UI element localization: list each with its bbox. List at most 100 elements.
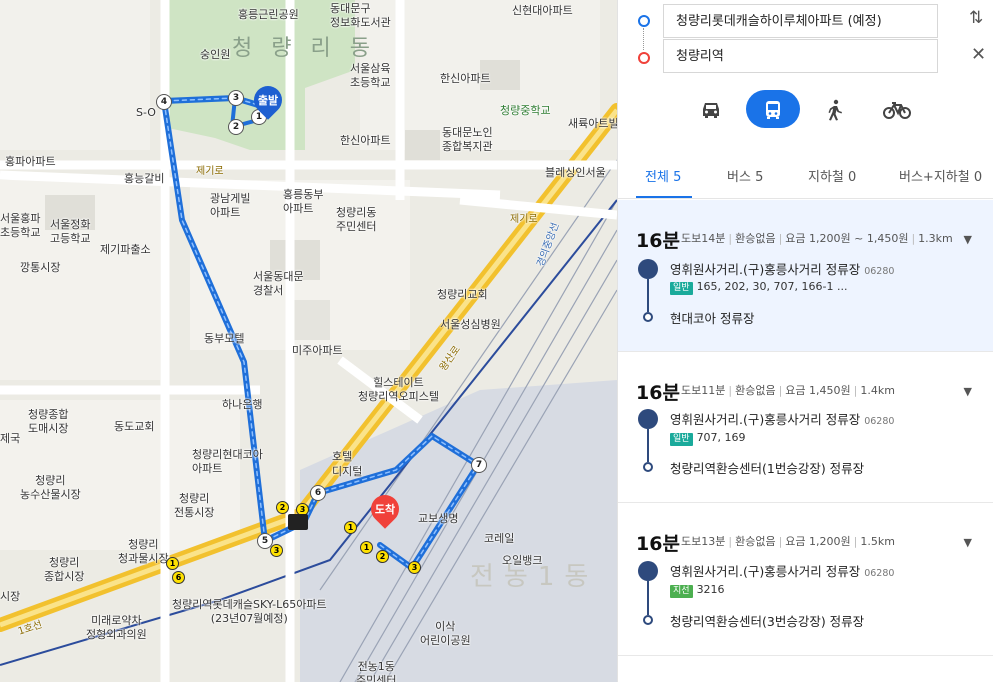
route-time: 16분 [636, 533, 680, 555]
map-label-dongdaemun-police: 서울동대문 경찰서 [253, 270, 304, 297]
tab-bus-count: 5 [755, 170, 764, 185]
map-label-hongpa-school: 서울홍파 초등학교 [0, 212, 41, 239]
map-label-cheongnyangni-dong: 청 량 리 동 [232, 36, 376, 61]
map-label-dongdaemun-senior: 동대문노인 종합복지관 [442, 126, 493, 153]
bus-stop-icon [638, 561, 658, 581]
route-option-3[interactable]: 16분 도보13분 | 환승없음 | 요금 1,200원 | 1.5km ▼ 영휘원사거리.… [618, 503, 993, 656]
map-label-hyundai-apt: 청량리현대코아 아파트 [192, 448, 263, 475]
tab-all[interactable]: 전체 5 [645, 166, 681, 185]
map-label-jegi-road-1: 제기로 [196, 166, 224, 177]
map-label-hongneung-park: 홍릉근린공원 [238, 8, 299, 21]
tab-bus-subway-label: 버스+지하철 [899, 170, 970, 185]
bus-type-badge: 일반 [670, 282, 693, 295]
map-label-miju: 미주아파트 [292, 344, 343, 357]
route-time: 16분 [636, 382, 680, 404]
map-label-gwangnam: 광남게빌 아파트 [210, 192, 251, 219]
route-end-marker [643, 462, 653, 472]
walk-mode-button[interactable] [808, 90, 862, 128]
bus-stop-marker: 6 [172, 571, 185, 584]
bus-stop-marker: 2 [376, 550, 389, 563]
tab-subway[interactable]: 지하철 0 [808, 166, 856, 185]
waypoint-2[interactable]: 2 [228, 119, 244, 135]
waypoint-4[interactable]: 4 [156, 94, 172, 110]
tab-bus-subway[interactable]: 버스+지하철 0 [899, 166, 982, 185]
route-segment-line [647, 279, 649, 312]
map-label-hongneung-dongbu: 홍릉동부 아파트 [283, 188, 324, 215]
start-pin[interactable]: 출발 [248, 80, 288, 120]
map-label-lotte-sky: 청량리역롯데캐슬SKY-L65아파트 (23년07월예정) [172, 598, 327, 625]
bus-mode-button[interactable] [746, 90, 800, 128]
map-label-seoul-jeonghwa: 서울정화 고등학교 [50, 218, 91, 245]
origin-input[interactable]: 청량리롯데캐슬하이루체아파트 (예정) [663, 4, 938, 38]
tab-all-label: 전체 [645, 170, 669, 185]
map-label-miraero: 미래로약차 정형외과의원 [86, 614, 147, 641]
bus-icon [766, 100, 780, 119]
mode-selector [618, 90, 993, 130]
map-label-dongdaemun-lib: 동대문구 정보화도서관 [330, 2, 391, 29]
map-label-cheongnyangni-market: 청량종합 도매시장 [28, 408, 69, 435]
map-label-cheongnyang-fruit: 청량리 청과물시장 [118, 538, 169, 565]
route-option-1[interactable]: 16분 도보14분 | 환승없음 | 요금 1,200원 ~ 1,450원 | 1.3km … [618, 200, 993, 352]
active-tab-indicator [636, 196, 692, 198]
start-stop: 영휘원사거리.(구)홍릉사거리 정류장 06280 [670, 412, 895, 427]
map-label-dongdo-church: 동도교회 [114, 420, 155, 433]
bus-stop-marker: 1 [360, 541, 373, 554]
map-label-dongbu-motel: 동부모텔 [204, 332, 245, 345]
route-segment-line [647, 429, 649, 462]
map-label-jeonnong-center: 전농1동 주민센터 [356, 660, 397, 682]
bus-stop-marker: 1 [166, 557, 179, 570]
bike-mode-button[interactable] [870, 90, 924, 128]
waypoint-3[interactable]: 3 [228, 90, 244, 106]
map-label-isak-park: 이삭 어린이공원 [420, 620, 471, 647]
tab-bus-subway-count: 0 [973, 170, 983, 185]
bus-type-badge: 일반 [670, 433, 693, 446]
map-label-sijang: 시장 [0, 590, 21, 603]
waypoint-7[interactable]: 7 [471, 457, 487, 473]
map-label-saeryuk: 새륙아트빌 [568, 117, 617, 130]
map-label-seoul-samyuk: 서울삼육 초등학교 [350, 62, 391, 89]
start-stop: 영휘원사거리.(구)홍릉사거리 정류장 06280 [670, 564, 895, 579]
bus-lines: 일반 707, 169 [670, 431, 746, 446]
map-label-nongsusan: 청량리 농수산물시장 [20, 474, 81, 501]
start-stop: 영휘원사거리.(구)홍릉사거리 정류장 06280 [670, 262, 895, 277]
directions-panel: 청량리롯데캐슬하이루체아파트 (예정) 청량리역 ⇅ ✕ 전체 5 버스 5 지… [617, 0, 993, 682]
start-pin-label: 출발 [257, 94, 279, 107]
walk-icon [828, 99, 842, 120]
bus-station-icon[interactable] [288, 514, 308, 530]
bus-type-badge: 지선 [670, 585, 693, 598]
end-stop: 청량리역환승센터(1번승강장) 정류장 [670, 461, 865, 476]
tab-bus[interactable]: 버스 5 [727, 166, 763, 185]
map-label-hillstate: 힐스테이트 청량리역오피스텔 [358, 376, 439, 403]
map-label-hanshin-top: 한신아파트 [440, 72, 491, 85]
map-label-hana-bank: 하나은행 [222, 398, 263, 411]
destination-dot-icon [638, 52, 650, 64]
map-label-cheongnyangni-church: 청량리교회 [437, 288, 488, 301]
bus-lines: 일반 165, 202, 30, 707, 166-1 ... [670, 280, 847, 295]
map-label-jegi-road-2: 제기로 [510, 214, 538, 225]
route-tabs: 전체 5 버스 5 지하철 0 버스+지하철 0 [618, 152, 993, 199]
swap-icon[interactable]: ⇅ [969, 8, 983, 28]
map-label-sinhyeondae: 신현대아파트 [512, 4, 573, 17]
map-label-hongpa-apt: 홍파아파트 [5, 155, 56, 168]
bus-stop-icon [638, 259, 658, 279]
expand-chevron-icon[interactable]: ▼ [964, 233, 972, 246]
expand-chevron-icon[interactable]: ▼ [964, 385, 972, 398]
map-label-s-o: S-O [136, 106, 156, 119]
car-mode-button[interactable] [684, 90, 738, 128]
map-label-jegi-police: 제기파출소 [100, 243, 151, 256]
route-meta: 도보11분 | 환승없음 | 요금 1,450원 | 1.4km [681, 384, 895, 397]
tab-all-count: 5 [673, 170, 682, 185]
waypoint-6[interactable]: 6 [310, 485, 326, 501]
tab-subway-count: 0 [848, 170, 857, 185]
bus-stop-icon [638, 409, 658, 429]
end-pin[interactable]: 도착 [365, 489, 405, 529]
map-label-korail: 코레일 [484, 532, 515, 545]
expand-chevron-icon[interactable]: ▼ [964, 536, 972, 549]
destination-input[interactable]: 청량리역 [663, 39, 938, 73]
close-icon[interactable]: ✕ [971, 44, 986, 65]
car-icon [703, 102, 719, 118]
bus-stop-marker: 3 [408, 561, 421, 574]
map-label-hanshin-mid: 한신아파트 [340, 134, 391, 147]
map-view[interactable]: 홍릉근린공원 동대문구 정보화도서관 청 량 리 동 신현대아파트 숭인원 서울… [0, 0, 617, 682]
route-option-2[interactable]: 16분 도보11분 | 환승없음 | 요금 1,450원 | 1.4km ▼ 영휘원사거리.… [618, 352, 993, 503]
